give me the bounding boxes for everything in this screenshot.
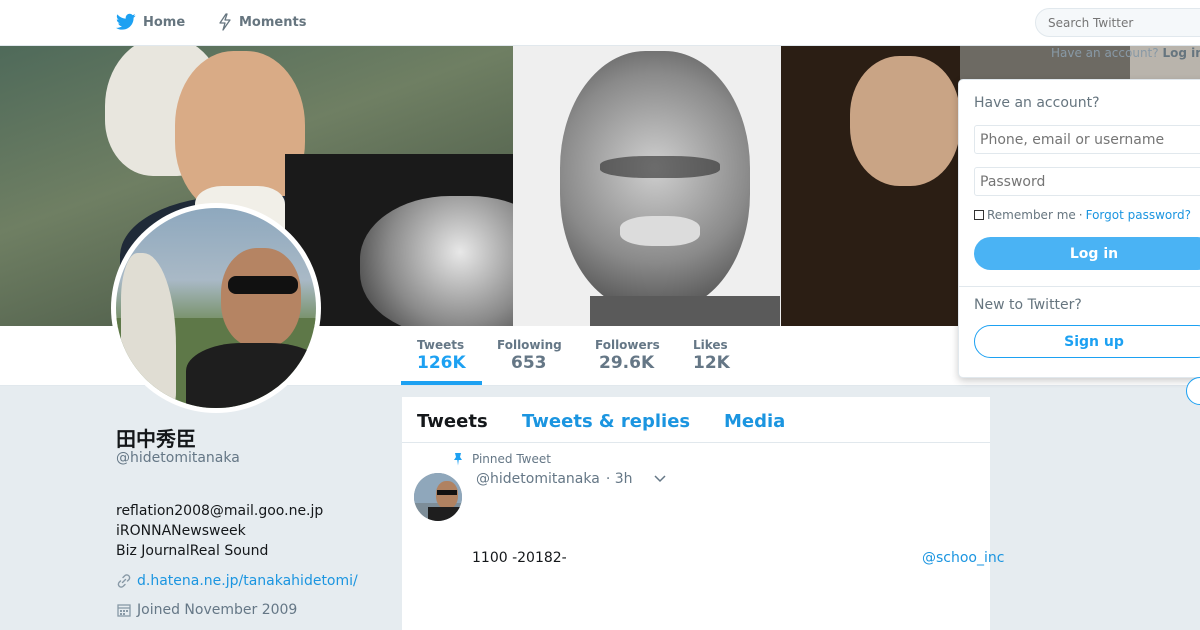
- tab-tweets-replies[interactable]: Tweets & replies: [522, 411, 690, 432]
- active-tab-underline: [401, 381, 482, 385]
- stat-label: Tweets: [417, 338, 465, 352]
- website-link[interactable]: d.hatena.ne.jp/tanakahidetomi/: [137, 573, 358, 589]
- tweet-handle[interactable]: @hidetomitanaka: [476, 471, 600, 487]
- forgot-password-link[interactable]: Forgot password?: [1086, 208, 1191, 222]
- bio-line: reflation2008@mail.goo.ne.jp: [116, 503, 324, 519]
- pinned-tweet-context: Pinned Tweet: [452, 452, 551, 466]
- calendar-icon: [117, 604, 131, 617]
- timeline: Tweets Tweets & replies Media Pinned Twe…: [402, 397, 990, 630]
- display-name: 田中秀臣: [116, 427, 196, 451]
- top-login-link[interactable]: Log in: [1162, 46, 1200, 60]
- tweet-avatar[interactable]: [414, 473, 462, 521]
- profile-avatar[interactable]: [111, 203, 321, 413]
- have-account-link[interactable]: Have an account? Log in: [1051, 46, 1200, 60]
- login-dropdown: Have an account? Remember me · Forgot pa…: [958, 79, 1200, 378]
- chevron-down-icon[interactable]: [653, 474, 667, 484]
- stat-likes[interactable]: Likes 12K: [693, 338, 730, 373]
- stat-value: 29.6K: [599, 353, 655, 373]
- twitter-bird-icon: [116, 13, 136, 30]
- profile-bio: reflation2008@mail.goo.ne.jp iRONNANewsw…: [116, 501, 323, 561]
- tweet-text: 1100 -20182-: [472, 550, 567, 566]
- tweet-timestamp[interactable]: · 3h: [606, 471, 633, 487]
- pin-icon: [454, 453, 462, 466]
- stat-label: Followers: [595, 338, 660, 352]
- nav-moments-label: Moments: [239, 14, 307, 30]
- profile-handle[interactable]: @hidetomitanaka: [116, 450, 240, 466]
- login-title: Have an account?: [974, 95, 1100, 111]
- have-account-label: Have an account?: [1051, 46, 1159, 60]
- stat-value: 12K: [693, 353, 730, 373]
- stat-tweets[interactable]: Tweets 126K: [417, 338, 466, 373]
- remember-checkbox[interactable]: [974, 210, 984, 220]
- top-navigation: Home Moments: [0, 0, 1200, 46]
- tweet-header: @hidetomitanaka · 3h: [476, 471, 667, 487]
- stat-followers[interactable]: Followers 29.6K: [595, 338, 660, 373]
- stat-following[interactable]: Following 653: [497, 338, 562, 373]
- remember-row: Remember me · Forgot password?: [974, 208, 1191, 222]
- timeline-tabs: Tweets Tweets & replies Media: [402, 397, 990, 443]
- nav-moments[interactable]: Moments: [218, 13, 306, 31]
- signup-button[interactable]: Sign up: [974, 325, 1200, 358]
- stat-label: Likes: [693, 338, 728, 352]
- link-icon: [117, 574, 131, 588]
- nav-home-label: Home: [143, 14, 186, 30]
- tab-media[interactable]: Media: [724, 411, 785, 432]
- login-button[interactable]: Log in: [974, 237, 1200, 270]
- profile-website[interactable]: d.hatena.ne.jp/tanakahidetomi/: [116, 573, 358, 589]
- username-field[interactable]: [974, 125, 1200, 154]
- separator-dot: ·: [1078, 208, 1083, 222]
- password-field[interactable]: [974, 167, 1200, 196]
- joined-date: Joined November 2009: [137, 602, 298, 618]
- profile-joined: Joined November 2009: [116, 602, 297, 618]
- bio-line: Biz JournalReal Sound: [116, 543, 269, 559]
- pinned-label: Pinned Tweet: [472, 452, 551, 466]
- avatar-photo: [116, 208, 316, 408]
- stat-value: 126K: [417, 353, 466, 373]
- nav-home[interactable]: Home: [116, 13, 185, 31]
- bio-line: iRONNANewsweek: [116, 523, 246, 539]
- tweet-mention-link[interactable]: @schoo_inc: [922, 550, 1004, 566]
- stat-value: 653: [511, 353, 547, 373]
- lightning-icon: [219, 13, 231, 31]
- divider: [959, 286, 1200, 287]
- new-to-twitter-label: New to Twitter?: [974, 297, 1082, 313]
- tab-tweets[interactable]: Tweets: [417, 411, 488, 432]
- search-input[interactable]: [1035, 8, 1200, 37]
- remember-label: Remember me: [987, 208, 1076, 222]
- stat-label: Following: [497, 338, 562, 352]
